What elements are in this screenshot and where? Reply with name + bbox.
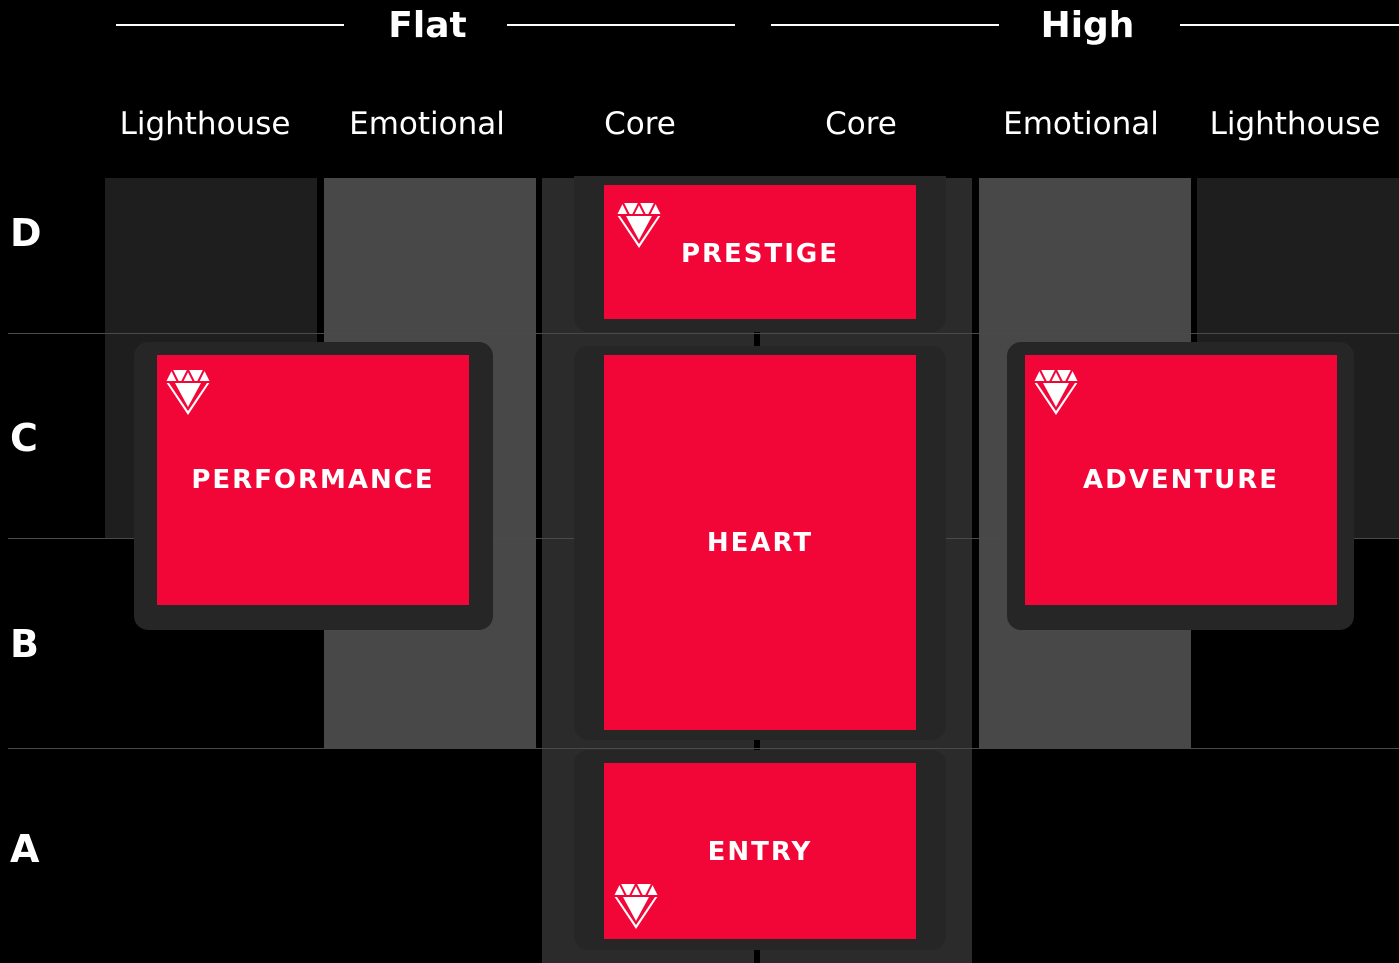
segment-label-prestige: PRESTIGE xyxy=(680,239,840,269)
segment-label-adventure: ADVENTURE xyxy=(1083,465,1279,495)
column-label-high-core: Core xyxy=(825,106,897,142)
row-divider-d-c xyxy=(8,333,1399,334)
diamond-icon xyxy=(166,369,210,415)
column-label-high-emotional: Emotional xyxy=(1003,106,1159,142)
diamond-icon xyxy=(614,883,658,929)
diamond-icon xyxy=(1034,369,1078,415)
diamond-icon xyxy=(617,202,661,248)
column-label-flat-core: Core xyxy=(604,106,676,142)
row-label-a: A xyxy=(10,827,40,871)
group-title-flat: Flat xyxy=(388,5,467,46)
segment-label-entry: ENTRY xyxy=(707,837,813,867)
segment-adventure: ADVENTURE xyxy=(1025,355,1337,605)
segment-label-performance: PERFORMANCE xyxy=(191,465,435,495)
row-divider-b-a xyxy=(8,748,1399,749)
high-header-line-right xyxy=(1180,24,1399,26)
row-label-d: D xyxy=(10,211,42,255)
segment-performance: PERFORMANCE xyxy=(157,355,469,605)
segment-prestige: PRESTIGE xyxy=(604,185,916,319)
row-label-b: B xyxy=(10,622,39,666)
high-header-line-left xyxy=(771,24,999,26)
segment-heart: HEART xyxy=(604,355,916,730)
flat-header-line-right xyxy=(507,24,735,26)
segment-label-heart: HEART xyxy=(706,527,814,558)
column-label-flat-emotional: Emotional xyxy=(349,106,505,142)
row-label-c: C xyxy=(10,416,38,460)
flat-header-line-left xyxy=(116,24,344,26)
column-label-high-lighthouse: Lighthouse xyxy=(1209,106,1381,142)
group-title-high: High xyxy=(1040,5,1135,46)
column-label-flat-lighthouse: Lighthouse xyxy=(119,106,291,142)
segment-entry: ENTRY xyxy=(604,763,916,939)
